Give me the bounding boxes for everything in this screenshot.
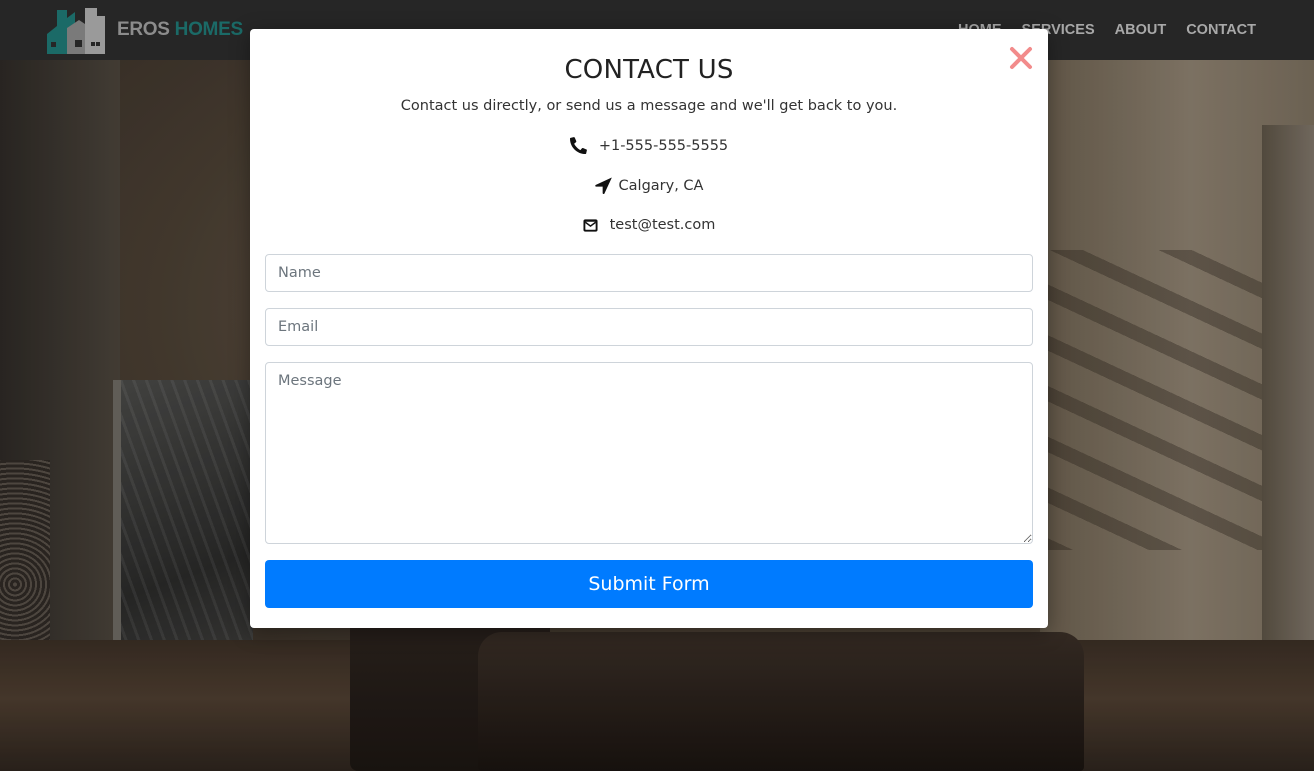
email-address: test@test.com xyxy=(609,217,716,233)
contact-location: Calgary, CA xyxy=(250,177,1048,194)
location-text: Calgary, CA xyxy=(618,177,704,194)
message-textarea[interactable] xyxy=(265,362,1033,544)
nav-link-about[interactable]: ABOUT xyxy=(1115,22,1167,38)
brand-word-homes: HOMES xyxy=(174,19,243,40)
modal-title: CONTACT US xyxy=(564,55,734,85)
house-logo-icon xyxy=(47,8,105,54)
contact-modal: CONTACT US Contact us directly, or send … xyxy=(250,29,1048,628)
location-arrow-icon xyxy=(594,177,612,194)
modal-subtitle: Contact us directly, or send us a messag… xyxy=(400,98,898,114)
email-input[interactable] xyxy=(265,308,1033,346)
contact-email: test@test.com xyxy=(250,217,1048,233)
envelope-icon xyxy=(583,218,598,232)
brand[interactable]: EROS HOMES xyxy=(45,4,243,56)
submit-form-button[interactable]: Submit Form xyxy=(265,560,1033,608)
contact-phone: +1-555-555-5555 xyxy=(250,137,1048,154)
nav-link-contact[interactable]: CONTACT xyxy=(1186,22,1256,38)
brand-word-eros: EROS xyxy=(117,19,170,40)
brand-name: EROS HOMES xyxy=(117,19,243,41)
phone-number: +1-555-555-5555 xyxy=(598,137,729,154)
phone-icon xyxy=(569,137,587,154)
name-input[interactable] xyxy=(265,254,1033,292)
